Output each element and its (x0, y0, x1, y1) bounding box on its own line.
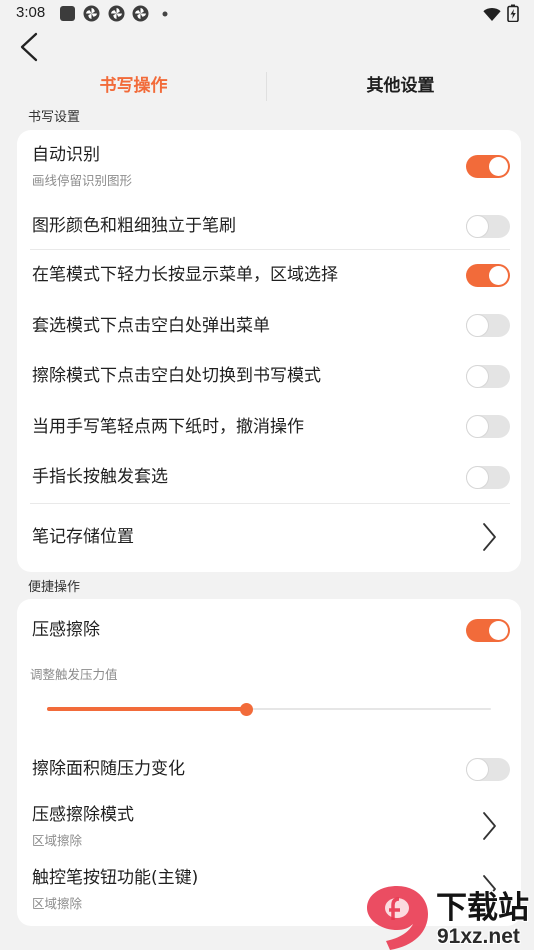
toggle-knob (467, 758, 488, 780)
pen-long-press-menu-toggle[interactable] (466, 263, 510, 287)
independent-shape-style-toggle[interactable] (466, 214, 510, 238)
pinwheel-icon (132, 5, 149, 22)
row-texts: 擦除面积随压力变化 (32, 758, 466, 780)
row-texts: 在笔模式下轻力长按显示菜单，区域选择 (32, 264, 466, 286)
row-texts: 压感擦除模式 区域擦除 (32, 804, 481, 849)
row-texts: 手指长按触发套选 (32, 466, 466, 488)
toggle-knob (489, 620, 508, 640)
toggle-knob (467, 416, 488, 438)
tab-divider (266, 72, 267, 101)
slider-thumb[interactable] (240, 702, 254, 716)
setting-title: 笔记存储位置 (32, 526, 134, 547)
tab-bar: 书写操作 其他设置 (0, 66, 534, 106)
setting-title: 擦除面积随压力变化 (32, 759, 185, 779)
chevron-right-icon (483, 522, 496, 551)
section-title-writing-settings: 书写设置 (28, 110, 81, 125)
row-texts: 擦除模式下点击空白处切换到书写模式 (32, 365, 466, 387)
pressure-threshold-slider[interactable] (17, 689, 521, 742)
lasso-tap-blank-menu-toggle[interactable] (466, 314, 510, 338)
writing-settings-card: 自动识别 画线停留识别图形 图形颜色和粗细独立于笔刷 在笔模式下轻力长按显示菜单… (17, 130, 521, 572)
auto-recognize-row[interactable]: 自动识别 画线停留识别图形 (17, 130, 521, 203)
setting-title: 手指长按触发套选 (32, 467, 168, 488)
header (0, 26, 534, 66)
stylus-double-tap-undo-toggle[interactable] (466, 415, 510, 439)
pressure-erase-mode-row[interactable]: 压感擦除模式 区域擦除 (17, 796, 521, 856)
status-time: 3:08 (16, 4, 46, 21)
setting-subtitle: 画线停留识别图形 (32, 173, 133, 188)
auto-recognize-toggle[interactable] (466, 155, 510, 178)
row-texts: 笔记存储位置 (32, 526, 481, 548)
toggle-knob (467, 215, 488, 237)
wifi-icon (483, 7, 501, 21)
pressure-erase-toggle[interactable] (466, 618, 510, 642)
slider-fill (47, 707, 247, 711)
setting-title: 触控笔按钮功能(主键) (32, 867, 199, 888)
finger-long-press-lasso-row[interactable]: 手指长按触发套选 (17, 452, 521, 503)
row-texts: 套选模式下点击空白处弹出菜单 (32, 315, 466, 337)
settings-screen: 3:08 书写操作 其他设置 书写设置 自动识别 画线停留识别图形 图形颜色和粗… (0, 0, 534, 950)
setting-title: 压感擦除模式 (32, 804, 134, 825)
note-storage-location-row[interactable]: 笔记存储位置 (17, 504, 521, 570)
watermark-domain: 91xz.net (437, 925, 520, 948)
pressure-threshold-label: 调整触发压力值 (30, 667, 118, 682)
pressure-erase-row[interactable]: 压感擦除 (17, 599, 521, 661)
lasso-tap-blank-menu-row[interactable]: 套选模式下点击空白处弹出菜单 (17, 301, 521, 352)
battery-charging-icon (507, 4, 519, 22)
chevron-right-icon (483, 875, 496, 903)
pinwheel-icon (108, 5, 125, 22)
square-notification-icon (60, 6, 75, 21)
setting-title: 图形颜色和粗细独立于笔刷 (32, 216, 236, 236)
row-texts: 压感擦除 (32, 619, 466, 641)
area-varies-with-pressure-row[interactable]: 擦除面积随压力变化 (17, 742, 521, 796)
row-texts: 自动识别 画线停留识别图形 (32, 144, 466, 189)
toggle-knob (467, 466, 488, 488)
status-bar: 3:08 (0, 0, 534, 26)
setting-title: 擦除模式下点击空白处切换到书写模式 (32, 366, 321, 387)
row-texts: 当用手写笔轻点两下纸时，撤消操作 (32, 416, 466, 438)
section-title-quick-actions: 便捷操作 (28, 580, 81, 595)
dot-icon (162, 11, 168, 17)
finger-long-press-lasso-toggle[interactable] (466, 465, 510, 489)
independent-shape-style-row[interactable]: 图形颜色和粗细独立于笔刷 (17, 203, 521, 249)
stylus-primary-button-row[interactable]: 触控笔按钮功能(主键) 区域擦除 (17, 856, 521, 922)
back-button[interactable] (14, 29, 46, 63)
setting-value: 区域擦除 (32, 832, 83, 848)
area-varies-with-pressure-toggle[interactable] (466, 757, 510, 781)
row-texts: 触控笔按钮功能(主键) 区域擦除 (32, 867, 481, 912)
quick-actions-card: 压感擦除 调整触发压力值 擦除面积随压力变化 压感擦除模式 区域擦除 触控笔按钮… (17, 599, 521, 926)
eraser-tap-blank-switch-row[interactable]: 擦除模式下点击空白处切换到书写模式 (17, 351, 521, 402)
setting-value: 区域擦除 (32, 895, 83, 911)
chevron-right-icon (483, 812, 496, 840)
eraser-tap-blank-switch-toggle[interactable] (466, 364, 510, 388)
tab-other-settings[interactable]: 其他设置 (267, 66, 534, 106)
pen-long-press-menu-row[interactable]: 在笔模式下轻力长按显示菜单，区域选择 (17, 250, 521, 301)
chevron-left-icon (20, 32, 38, 62)
toggle-knob (467, 315, 488, 337)
setting-title: 套选模式下点击空白处弹出菜单 (32, 315, 270, 336)
stylus-double-tap-undo-row[interactable]: 当用手写笔轻点两下纸时，撤消操作 (17, 402, 521, 453)
toggle-knob (489, 157, 508, 176)
tab-writing-operations[interactable]: 书写操作 (0, 66, 267, 106)
pinwheel-icon (83, 5, 100, 22)
setting-title: 在笔模式下轻力长按显示菜单，区域选择 (32, 265, 338, 286)
toggle-knob (467, 365, 488, 387)
setting-title: 当用手写笔轻点两下纸时，撤消操作 (32, 416, 304, 437)
setting-title: 压感擦除 (32, 620, 100, 640)
toggle-knob (489, 265, 508, 285)
row-texts: 图形颜色和粗细独立于笔刷 (32, 215, 466, 237)
setting-title: 自动识别 (32, 145, 100, 165)
